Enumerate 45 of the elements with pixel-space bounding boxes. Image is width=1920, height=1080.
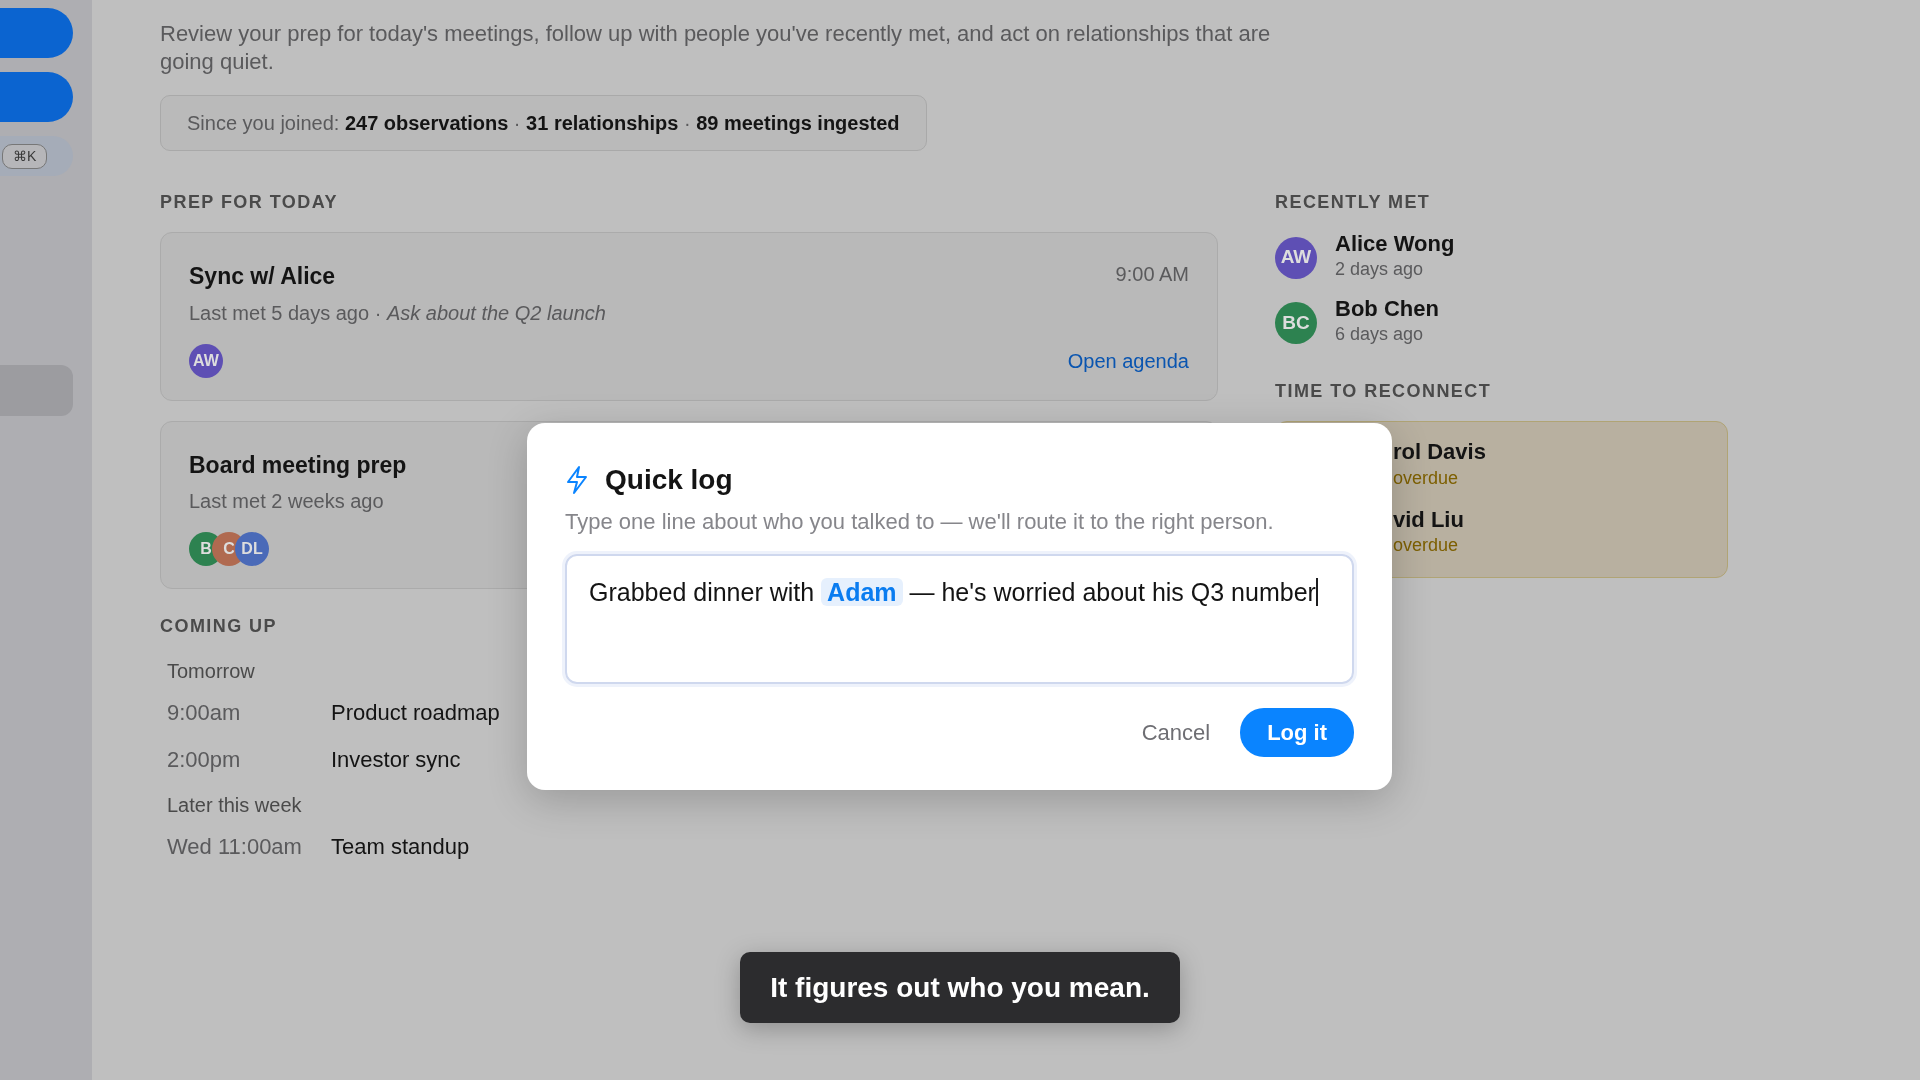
mention-chip[interactable]: Adam xyxy=(821,578,903,606)
event-time: 2:00pm xyxy=(167,746,242,774)
last-met-time: 6 days ago xyxy=(1335,323,1425,347)
overdue-status: overdue xyxy=(1393,533,1460,557)
event-title: Investor sync xyxy=(331,746,461,774)
avatar: AW xyxy=(189,343,223,378)
meeting-time: 9:00 AM xyxy=(1115,262,1189,287)
event-time: Wed 11:00am xyxy=(167,833,303,861)
open-agenda-link[interactable]: Open agenda xyxy=(1067,345,1189,376)
day-label: Later this week xyxy=(167,793,303,818)
section-heading: RECENTLY MET xyxy=(1275,191,1431,214)
text-cursor xyxy=(1315,578,1318,606)
meeting-note: Last met 5 days ago · Ask about the Q2 launch xyxy=(189,300,607,326)
section-heading: TIME TO RECONNECT xyxy=(1275,380,1492,404)
meeting-note: Last met 2 weeks ago xyxy=(189,489,385,514)
person-name: Bob Chen xyxy=(1335,297,1439,322)
avatar: AW xyxy=(1275,236,1317,279)
input-field[interactable]: Grabbed dinner with Adam — he's worried about his Q3 number xyxy=(565,554,1354,684)
stats-summary: Since you joined: 247 observations · 31 relationships · 89 meetings ingested xyxy=(160,95,927,151)
command-search[interactable]: ⌘K xyxy=(0,136,73,176)
person-name: Alice Wong xyxy=(1335,232,1455,257)
avatar: BC xyxy=(1275,301,1317,344)
log-button[interactable]: Log it xyxy=(1240,708,1354,757)
section-heading: PREP FOR TODAY xyxy=(160,191,338,214)
avatar: DL xyxy=(235,532,269,566)
person-name: vid Liu xyxy=(1393,507,1465,532)
dialog-subtitle: Type one line about who you talked to — we'll route it to the right person. xyxy=(565,508,1275,536)
caption-toast: It figures out who you mean. xyxy=(740,952,1180,1023)
cancel-button[interactable]: Cancel xyxy=(1135,715,1217,750)
overdue-status: overdue xyxy=(1393,466,1460,490)
meeting-title: Board meeting prep xyxy=(189,450,407,480)
lightning-icon xyxy=(565,465,589,495)
last-met-time: 2 days ago xyxy=(1335,258,1425,282)
day-label: Tomorrow xyxy=(167,659,256,684)
nav-button[interactable] xyxy=(0,8,73,58)
person-name: rol Davis xyxy=(1393,440,1487,465)
section-heading: COMING UP xyxy=(160,615,277,638)
intro-text: Review your prep for today's meetings, follow up with people you've recently met, and act on relationships that are going quiet. xyxy=(160,20,1272,75)
dialog-title: Quick log xyxy=(605,463,733,497)
event-title: Team standup xyxy=(331,833,470,861)
shortcut-key: ⌘K xyxy=(2,143,48,169)
event-time: 9:00am xyxy=(167,699,242,727)
nav-button[interactable] xyxy=(0,72,73,122)
event-title: Product roadmap xyxy=(331,699,500,727)
meeting-title: Sync w/ Alice xyxy=(189,262,336,291)
